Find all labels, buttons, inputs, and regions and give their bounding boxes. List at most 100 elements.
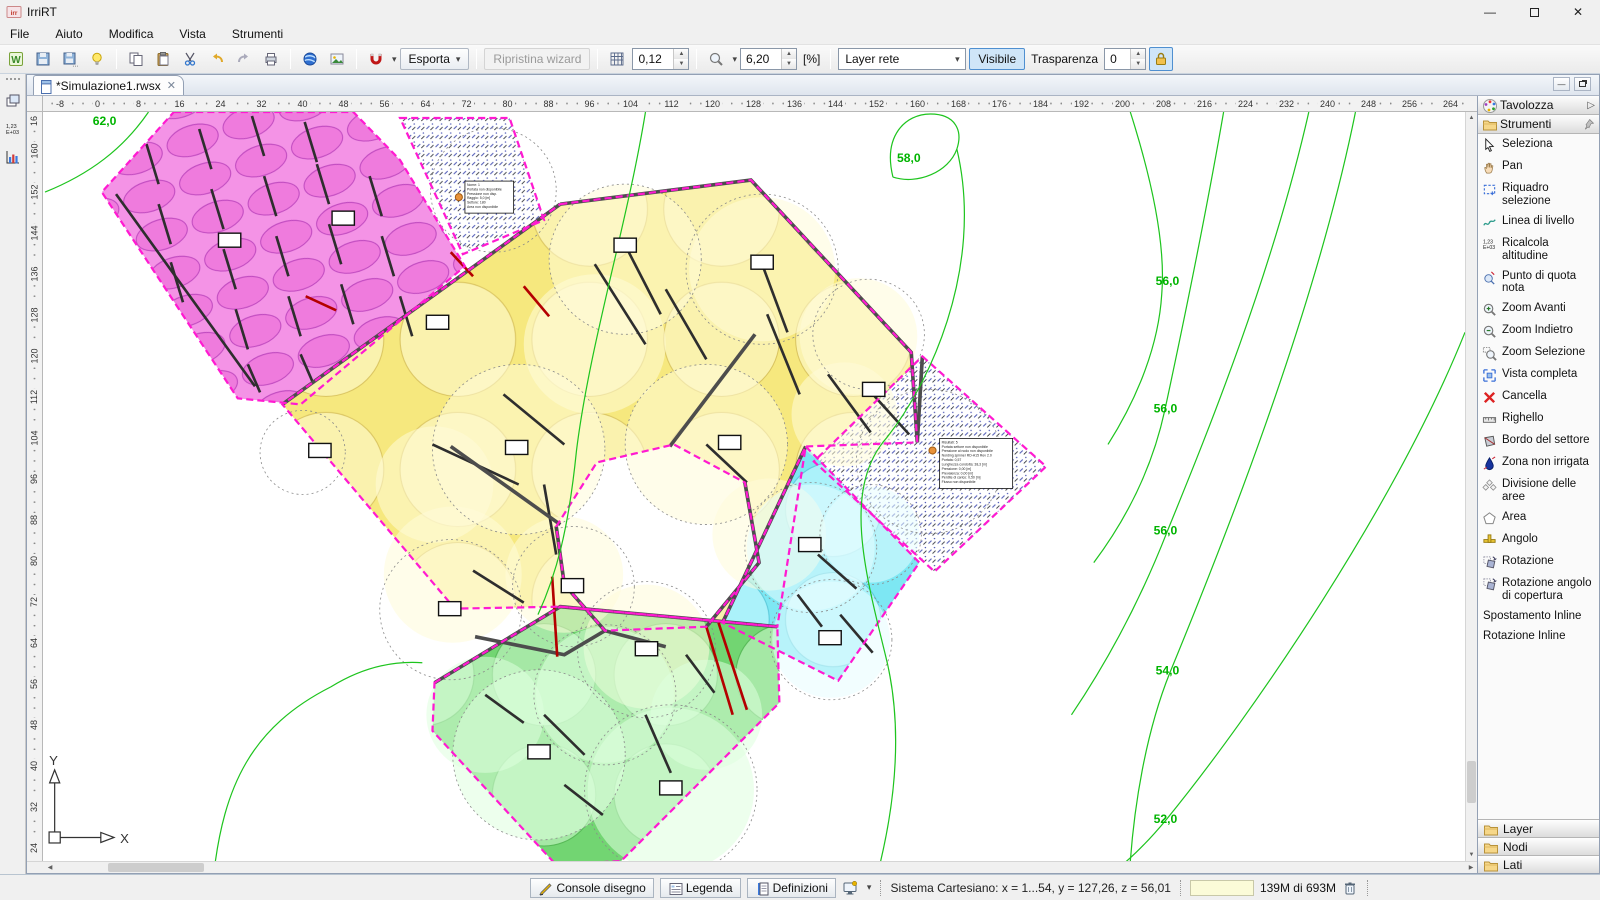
tool-area[interactable]: Area xyxy=(1482,511,1597,526)
cut-button[interactable] xyxy=(178,47,202,71)
tool-seleziona[interactable]: Seleziona xyxy=(1482,138,1597,153)
chevron-down-icon[interactable]: ▾ xyxy=(949,49,965,69)
tab-close-icon[interactable]: ✕ xyxy=(167,79,176,92)
tab-simulazione1[interactable]: *Simulazione1.rwsx ✕ xyxy=(33,75,184,95)
tool-rotazione[interactable]: Rotazione xyxy=(1482,555,1597,570)
pin-icon[interactable] xyxy=(1583,118,1595,130)
tool-riquadro-selezione[interactable]: Riquadro selezione xyxy=(1482,182,1597,208)
tool-punto-di-quota-nota[interactable]: Punto di quota nota xyxy=(1482,270,1597,296)
drag-grip[interactable] xyxy=(6,78,20,83)
menu-modifica[interactable]: Modifica xyxy=(109,27,154,41)
mdi-minimize-button[interactable]: — xyxy=(1553,77,1570,91)
tool-bordo-del-settore[interactable]: Bordo del settore xyxy=(1482,434,1597,449)
save-button[interactable] xyxy=(31,47,55,71)
tool-righello[interactable]: Righello xyxy=(1482,412,1597,427)
tool-zoom-indietro[interactable]: Zoom Indietro xyxy=(1482,324,1597,339)
tool-rotazione-inline[interactable]: Rotazione Inline xyxy=(1482,630,1597,643)
trasparenza-spinner[interactable]: 0 ▲▼ xyxy=(1104,48,1146,70)
recalc-altitude-view-button[interactable]: 1,23E+03 xyxy=(3,119,23,139)
tool-ricalcola-altitudine[interactable]: 1,23E+03Ricalcola altitudine xyxy=(1482,237,1597,263)
strumenti-group-header[interactable]: Strumenti xyxy=(1478,115,1599,134)
layer-select[interactable]: Layer rete ▾ xyxy=(838,48,966,70)
minimize-button[interactable]: — xyxy=(1468,0,1512,24)
vertical-scrollbar[interactable]: ▲ ▼ xyxy=(1465,112,1477,861)
grid-snap-icon[interactable] xyxy=(605,47,629,71)
hint-bulb-button[interactable] xyxy=(85,47,109,71)
visibile-toggle[interactable]: Visibile xyxy=(969,48,1025,70)
wizard-button[interactable]: W xyxy=(4,47,28,71)
tool-zoom-avanti[interactable]: Zoom Avanti xyxy=(1482,302,1597,317)
palette-header[interactable]: Tavolozza ▷ xyxy=(1478,96,1599,115)
vscroll-thumb[interactable] xyxy=(1467,761,1476,803)
tool-rotazione-angolo-di-copertura[interactable]: Rotazione angolo di copertura xyxy=(1482,577,1597,603)
sprinkler-mark[interactable] xyxy=(929,447,936,454)
node-marker[interactable] xyxy=(863,382,885,396)
tool-divisione-delle-aree[interactable]: Divisione delle aree xyxy=(1482,478,1597,504)
scroll-left-icon[interactable]: ◀ xyxy=(44,862,56,873)
tool-cancella[interactable]: Cancella xyxy=(1482,390,1597,405)
copy-button[interactable] xyxy=(124,47,148,71)
group-bar-nodi[interactable]: Nodi xyxy=(1478,837,1599,855)
maximize-button[interactable] xyxy=(1512,0,1556,24)
menu-aiuto[interactable]: Aiuto xyxy=(55,27,82,41)
tool-angolo[interactable]: Angolo xyxy=(1482,533,1597,548)
legenda-button[interactable]: Legenda xyxy=(660,878,741,898)
paste-button[interactable] xyxy=(151,47,175,71)
menu-strumenti[interactable]: Strumenti xyxy=(232,27,283,41)
node-marker[interactable] xyxy=(528,745,550,759)
definizioni-button[interactable]: Definizioni xyxy=(747,878,836,898)
scroll-up-icon[interactable]: ▲ xyxy=(1466,112,1477,124)
hscroll-thumb[interactable] xyxy=(108,863,204,872)
group-bar-layer[interactable]: Layer xyxy=(1478,819,1599,837)
mdi-restore-button[interactable] xyxy=(1574,77,1591,91)
esporta-button[interactable]: Esporta▾ xyxy=(400,48,470,70)
node-marker[interactable] xyxy=(614,238,636,252)
redo-button[interactable] xyxy=(232,47,256,71)
node-marker[interactable] xyxy=(332,211,354,225)
print-button[interactable] xyxy=(259,47,283,71)
node-marker[interactable] xyxy=(426,315,448,329)
console-disegno-button[interactable]: Console disegno xyxy=(530,878,653,898)
node-marker[interactable] xyxy=(719,435,741,449)
snap-step-spinner[interactable]: 0,12 ▲▼ xyxy=(632,48,689,70)
undo-button[interactable] xyxy=(205,47,229,71)
node-marker[interactable] xyxy=(439,602,461,616)
monitor-caret[interactable]: ▾ xyxy=(867,882,872,893)
lock-button[interactable] xyxy=(1149,47,1173,71)
zoom-level-spinner[interactable]: 6,20 ▲▼ xyxy=(740,48,797,70)
tool-pan[interactable]: Pan xyxy=(1482,160,1597,175)
snap-magnet-caret[interactable]: ▾ xyxy=(392,54,397,65)
node-marker[interactable] xyxy=(751,255,773,269)
tool-linea-di-livello[interactable]: Linea di livello xyxy=(1482,215,1597,230)
cascade-windows-button[interactable] xyxy=(3,91,23,111)
node-marker[interactable] xyxy=(635,642,657,656)
monitor-icon[interactable] xyxy=(842,880,860,896)
node-marker[interactable] xyxy=(218,233,240,247)
chart-view-button[interactable] xyxy=(3,147,23,167)
node-marker[interactable] xyxy=(506,440,528,454)
trash-icon[interactable] xyxy=(1342,880,1358,896)
tool-zona-non-irrigata[interactable]: Zona non irrigata xyxy=(1482,456,1597,471)
scroll-right-icon[interactable]: ▶ xyxy=(1465,862,1477,873)
drawing-canvas[interactable]: 62,058,056,056,056,054,052,0 Nome: 1Port… xyxy=(43,112,1465,861)
group-bar-lati[interactable]: Lati xyxy=(1478,855,1599,873)
zoom-tool-caret[interactable]: ▾ xyxy=(732,54,737,65)
menu-vista[interactable]: Vista xyxy=(179,27,205,41)
node-marker[interactable] xyxy=(561,579,583,593)
save-as-button[interactable]: … xyxy=(58,47,82,71)
node-marker[interactable] xyxy=(309,443,331,457)
horizontal-scrollbar[interactable]: ◀ ▶ xyxy=(27,861,1477,873)
zoom-tool-button[interactable] xyxy=(704,47,728,71)
google-earth-button[interactable] xyxy=(298,47,322,71)
menu-file[interactable]: File xyxy=(10,27,29,41)
tool-spostamento-inline[interactable]: Spostamento Inline xyxy=(1482,610,1597,623)
node-marker[interactable] xyxy=(660,781,682,795)
image-export-button[interactable] xyxy=(325,47,349,71)
scroll-down-icon[interactable]: ▼ xyxy=(1466,849,1477,861)
tool-zoom-selezione[interactable]: Zoom Selezione xyxy=(1482,346,1597,361)
snap-magnet-button[interactable] xyxy=(364,47,388,71)
tool-vista-completa[interactable]: Vista completa xyxy=(1482,368,1597,383)
node-marker[interactable] xyxy=(819,631,841,645)
chevron-right-icon[interactable]: ▷ xyxy=(1587,100,1595,111)
close-button[interactable]: ✕ xyxy=(1556,0,1600,24)
